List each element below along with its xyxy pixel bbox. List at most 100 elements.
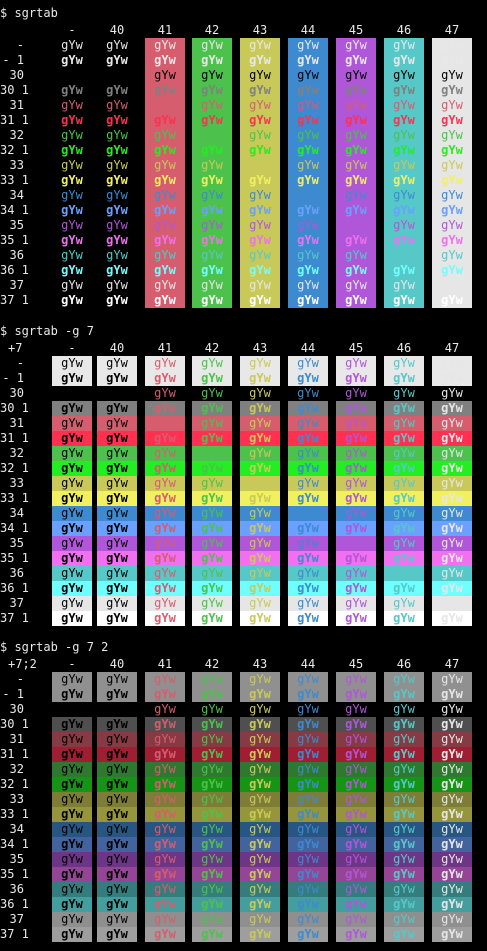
color-sample-cell: gYw [336, 248, 376, 263]
color-sample-cell: gYw [192, 83, 232, 98]
color-sample-cell: gYw [432, 293, 472, 308]
color-sample-cell: gYw [432, 732, 472, 747]
color-sample-cell: gYw [336, 476, 376, 491]
color-sample-cell: gYw [432, 536, 472, 551]
row-label: - [16, 38, 24, 52]
color-sample-cell: gYw [192, 218, 232, 233]
color-sample-cell: gYw [288, 506, 328, 521]
command-line: $ sgrtab -g 7 [0, 324, 94, 338]
color-sample-cell: gYw [384, 927, 424, 942]
color-sample-cell: gYw [432, 762, 472, 777]
row-label: 33 [9, 476, 24, 490]
color-sample-cell: gYw [52, 777, 92, 792]
color-sample-cell: gYw [432, 867, 472, 882]
color-sample-cell: gYw [432, 83, 472, 98]
color-sample-cell: gYw [192, 822, 232, 837]
color-sample-cell: gYw [336, 83, 376, 98]
color-sample-cell: gYw [384, 233, 424, 248]
color-sample-cell: gYw [52, 68, 92, 83]
color-sample-cell: gYw [97, 792, 137, 807]
color-sample-cell: gYw [336, 173, 376, 188]
color-sample-cell: gYw [288, 837, 328, 852]
color-sample-cell: gYw [145, 581, 185, 596]
color-sample-cell: gYw [192, 386, 232, 401]
color-sample-cell: gYw [336, 53, 376, 68]
color-sample-cell: gYw [432, 203, 472, 218]
color-sample-cell: gYw [145, 461, 185, 476]
color-sample-cell: gYw [145, 687, 185, 702]
color-sample-cell: gYw [384, 158, 424, 173]
color-sample-cell: gYw [97, 822, 137, 837]
color-sample-cell: gYw [432, 702, 472, 717]
color-sample-cell: gYw [432, 792, 472, 807]
color-sample-cell: gYw [145, 596, 185, 611]
color-sample-cell: gYw [336, 416, 376, 431]
color-sample-cell: gYw [52, 233, 92, 248]
color-sample-cell: gYw [432, 581, 472, 596]
color-sample-cell: gYw [240, 912, 280, 927]
color-sample-cell: gYw [97, 203, 137, 218]
color-sample-cell: gYw [97, 218, 137, 233]
color-sample-cell: gYw [52, 203, 92, 218]
color-sample-cell: gYw [97, 672, 137, 687]
row-label: 33 [9, 158, 24, 172]
color-sample-cell: gYw [97, 446, 137, 461]
column-header: 46 [396, 341, 412, 355]
color-sample-cell: gYw [52, 551, 92, 566]
color-sample-cell: gYw [52, 416, 92, 431]
color-sample-cell: gYw [384, 566, 424, 581]
color-sample-cell: gYw [384, 777, 424, 792]
color-sample-cell: gYw [145, 416, 185, 431]
color-sample-cell: gYw [192, 158, 232, 173]
color-sample-cell: gYw [336, 446, 376, 461]
color-sample-cell: gYw [145, 53, 185, 68]
color-sample-cell: gYw [336, 158, 376, 173]
color-sample-cell: gYw [240, 188, 280, 203]
color-sample-cell: gYw [192, 446, 232, 461]
color-sample-cell: gYw [288, 596, 328, 611]
color-sample-cell: gYw [145, 611, 185, 626]
row-label: 37 [9, 278, 24, 292]
color-sample-cell: gYw [145, 927, 185, 942]
color-sample-cell: gYw [145, 188, 185, 203]
color-sample-cell: gYw [336, 263, 376, 278]
color-sample-cell: gYw [432, 143, 472, 158]
terminal-window[interactable]: { "palette": { "def_fg": "#e8e8e8", "def… [0, 0, 487, 951]
color-sample-cell: gYw [240, 233, 280, 248]
color-sample-cell: gYw [384, 672, 424, 687]
color-sample-cell: gYw [384, 717, 424, 732]
color-sample-cell: gYw [336, 672, 376, 687]
row-label: - [16, 356, 24, 370]
color-sample-cell: gYw [145, 506, 185, 521]
row-label: 37 1 [0, 611, 29, 625]
color-sample-cell: gYw [97, 143, 137, 158]
color-sample-cell: gYw [384, 248, 424, 263]
color-sample-cell: gYw [97, 98, 137, 113]
color-sample-cell: gYw [336, 386, 376, 401]
color-sample-cell: gYw [432, 416, 472, 431]
color-sample-cell: gYw [52, 188, 92, 203]
color-sample-cell: gYw [384, 401, 424, 416]
row-label: 35 1 [0, 867, 29, 881]
color-sample-cell: gYw [336, 293, 376, 308]
color-sample-cell: gYw [97, 158, 137, 173]
column-header: 47 [444, 657, 460, 671]
color-sample-cell: gYw [52, 581, 92, 596]
row-label: 37 1 [0, 293, 29, 307]
color-sample-cell: gYw [97, 431, 137, 446]
color-sample-cell: gYw [192, 143, 232, 158]
color-sample-cell: gYw [288, 233, 328, 248]
color-sample-cell: gYw [52, 732, 92, 747]
color-sample-cell: gYw [52, 38, 92, 53]
color-sample-cell: gYw [336, 491, 376, 506]
color-sample-cell: gYw [384, 611, 424, 626]
color-sample-cell: gYw [145, 218, 185, 233]
color-sample-cell: gYw [432, 128, 472, 143]
color-sample-cell: gYw [432, 521, 472, 536]
color-sample-cell: gYw [384, 278, 424, 293]
column-header: - [68, 657, 76, 671]
color-sample-cell: gYw [288, 882, 328, 897]
color-sample-cell: gYw [288, 218, 328, 233]
color-sample-cell: gYw [52, 248, 92, 263]
color-sample-cell: gYw [52, 927, 92, 942]
